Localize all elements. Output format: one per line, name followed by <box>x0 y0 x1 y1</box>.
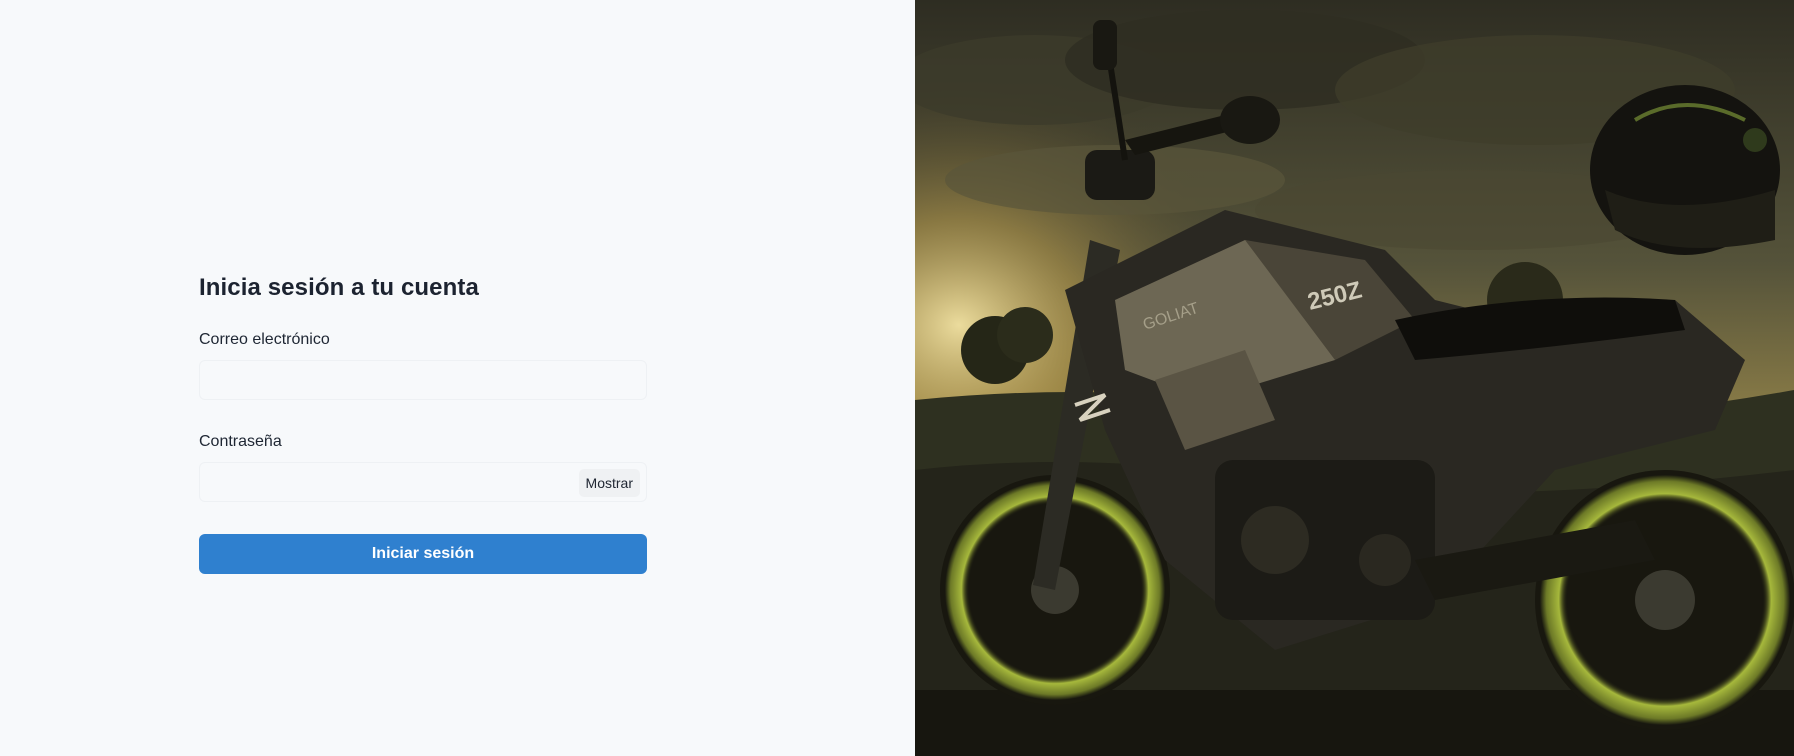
login-button[interactable]: Iniciar sesión <box>199 534 647 574</box>
password-field-wrapper: Mostrar <box>199 462 647 502</box>
show-password-button[interactable]: Mostrar <box>578 469 640 497</box>
login-panel: Inicia sesión a tu cuenta Correo electró… <box>0 0 915 756</box>
page-title: Inicia sesión a tu cuenta <box>199 274 479 301</box>
motorcycle-photo: 250Z GOLIAT <box>915 0 1794 756</box>
login-form: Inicia sesión a tu cuenta Correo electró… <box>199 268 647 574</box>
email-field[interactable] <box>200 361 646 399</box>
password-label: Contraseña <box>199 433 282 450</box>
email-field-wrapper <box>199 360 647 400</box>
hero-image: 250Z GOLIAT <box>915 0 1794 756</box>
email-label: Correo electrónico <box>199 331 330 348</box>
login-page: Inicia sesión a tu cuenta Correo electró… <box>0 0 1794 756</box>
